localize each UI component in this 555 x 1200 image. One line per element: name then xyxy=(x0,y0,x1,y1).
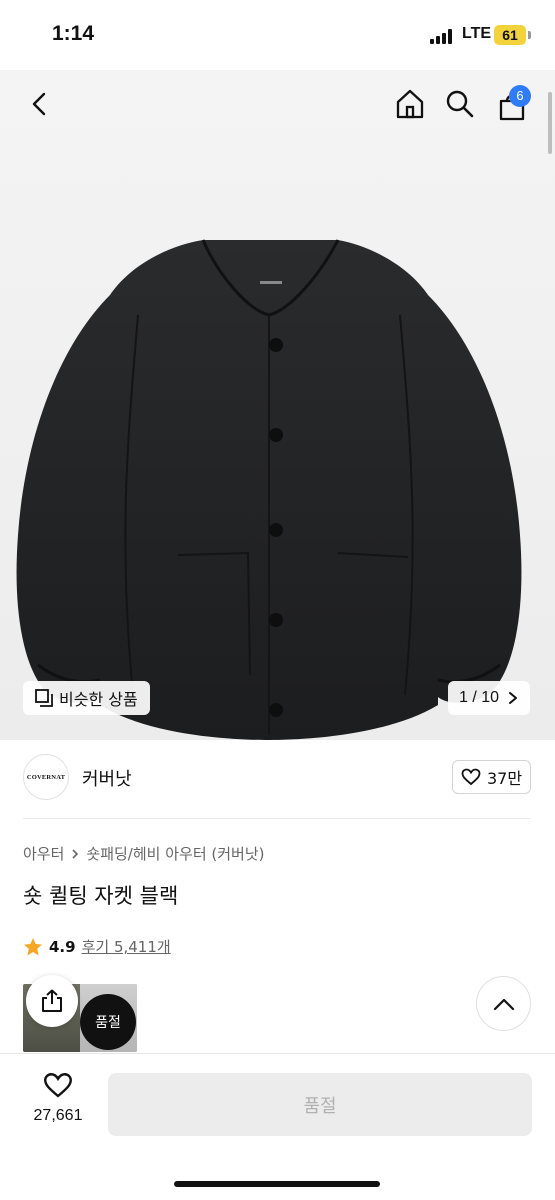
chevron-right-icon xyxy=(509,692,518,704)
share-button[interactable] xyxy=(26,975,78,1027)
wishlist-count: 27,661 xyxy=(33,1107,83,1124)
purchase-button-label: 품절 xyxy=(303,1095,337,1117)
product-title: 숏 퀼팅 자켓 블랙 xyxy=(23,884,179,908)
similar-products-label: 비슷한 상품 xyxy=(59,690,138,709)
brand-like-button[interactable]: 37만 xyxy=(452,760,531,794)
product-image xyxy=(16,239,522,740)
search-button[interactable] xyxy=(440,84,480,124)
soldout-purchase-button[interactable]: 품절 xyxy=(108,1073,532,1136)
bottom-action-bar: 27,661 품절 xyxy=(0,1053,555,1200)
gallery-page-indicator[interactable]: 1 / 10 xyxy=(448,681,530,715)
brand-row[interactable]: COVERNAT 커버낫 37만 xyxy=(0,750,555,812)
brand-like-count: 37만 xyxy=(486,769,523,788)
brand-logo-text: COVERNAT xyxy=(26,773,66,781)
home-button[interactable] xyxy=(390,84,430,124)
divider xyxy=(23,818,531,819)
stack-icon xyxy=(35,689,53,707)
breadcrumb-chevron-icon xyxy=(72,848,79,859)
breadcrumb: 아우터 숏패딩/헤비 아우터 (커버낫) xyxy=(23,843,265,864)
share-icon xyxy=(42,989,62,1012)
heart-icon xyxy=(461,768,481,786)
heart-icon xyxy=(44,1073,72,1098)
breadcrumb-item[interactable]: 아우터 xyxy=(23,843,64,864)
product-image-gallery[interactable] xyxy=(0,70,555,740)
status-time: 1:14 xyxy=(52,22,95,45)
scroll-top-button[interactable] xyxy=(476,976,531,1031)
home-indicator[interactable] xyxy=(174,1181,380,1187)
product-rating[interactable]: 4.9 후기 5,411개 xyxy=(23,936,171,957)
search-icon xyxy=(446,90,474,118)
back-button[interactable] xyxy=(20,84,60,124)
home-icon xyxy=(396,89,424,119)
brand-logo[interactable]: COVERNAT xyxy=(23,754,69,800)
chevron-up-icon xyxy=(493,998,514,1010)
page-indicator-text: 1 / 10 xyxy=(458,689,500,706)
star-icon xyxy=(24,937,42,955)
battery-icon: 61 xyxy=(494,25,526,45)
soldout-thumbnail-badge: 품절 xyxy=(80,994,136,1050)
battery-tip xyxy=(528,31,531,39)
scrollbar[interactable] xyxy=(548,92,552,154)
similar-products-button[interactable]: 비슷한 상품 xyxy=(23,681,150,715)
soldout-thumbnail-label: 품절 xyxy=(95,1015,121,1031)
signal-icon xyxy=(430,28,456,44)
cart-count-badge: 6 xyxy=(509,85,531,107)
breadcrumb-item[interactable]: 숏패딩/헤비 아우터 (커버낫) xyxy=(86,843,264,864)
review-count-link[interactable]: 후기 5,411개 xyxy=(82,936,171,957)
rating-score: 4.9 xyxy=(49,937,76,956)
network-label: LTE xyxy=(462,25,492,42)
brand-name[interactable]: 커버낫 xyxy=(82,765,132,791)
wishlist-button[interactable]: 27,661 xyxy=(22,1072,94,1138)
status-bar: 1:14 LTE 61 xyxy=(0,0,555,70)
chevron-left-icon xyxy=(32,92,46,116)
